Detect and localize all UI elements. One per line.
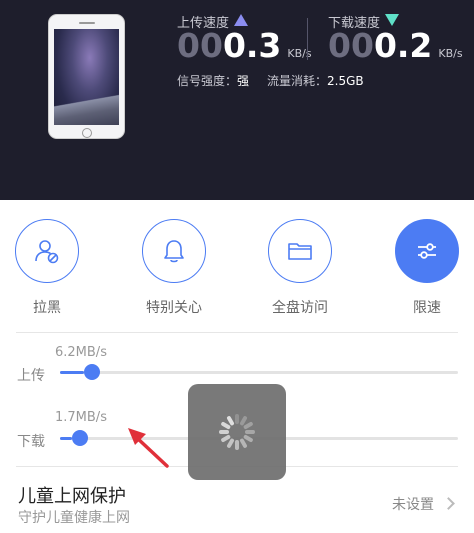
download-limit-handle[interactable] (72, 430, 88, 446)
pointer-arrow-icon (128, 428, 169, 468)
upload-speed-value: 000.3 KB/s (177, 26, 312, 65)
device-header: 上传速度 000.3 KB/s 下载速度 000.2 KB/s 信号强度：强 流量消耗… (0, 0, 474, 200)
sliders-icon (418, 243, 436, 259)
download-speed-value: 000.2 KB/s (328, 26, 463, 65)
kids-protection-subtitle: 守护儿童健康上网 (18, 510, 130, 526)
download-limit-fill (60, 437, 72, 440)
download-limit-label: 下载 (17, 434, 45, 450)
signal-value: 强 (237, 74, 250, 88)
traffic-label: 流量消耗： (267, 74, 328, 88)
chevron-right-icon (442, 497, 455, 510)
download-arrow-icon (385, 14, 399, 26)
block-user-icon (35, 240, 59, 264)
connection-stats: 信号强度：强 流量消耗：2.5GB (177, 72, 382, 89)
iphone-icon (48, 14, 125, 139)
upload-limit-fill (60, 371, 84, 374)
section-divider (16, 332, 458, 333)
upload-arrow-icon (234, 14, 248, 26)
block-label: 拉黑 (33, 300, 61, 316)
spinner-spoke (219, 430, 229, 434)
full-disk-access-label: 全盘访问 (272, 300, 328, 316)
speed-limit-label: 限速 (413, 300, 441, 316)
kids-protection-title: 儿童上网保护 (18, 486, 126, 507)
kids-protection-status: 未设置 (392, 497, 434, 513)
special-care-label: 特别关心 (146, 300, 202, 316)
spinner-spoke (235, 440, 239, 450)
download-limit-rate: 1.7MB/s (55, 410, 107, 425)
special-care-button[interactable] (142, 219, 206, 283)
upload-limit-rate: 6.2MB/s (55, 345, 107, 360)
speed-divider (307, 18, 308, 60)
traffic-value: 2.5GB (327, 74, 364, 88)
speed-limit-button[interactable] (395, 219, 459, 283)
loading-spinner-icon (188, 384, 286, 480)
upload-limit-handle[interactable] (84, 364, 100, 380)
block-button[interactable] (15, 219, 79, 283)
folder-icon (288, 243, 312, 260)
full-disk-access-button[interactable] (268, 219, 332, 283)
spinner-spoke (235, 414, 239, 424)
bell-icon (164, 240, 184, 263)
spinner-spoke (245, 430, 255, 434)
signal-label: 信号强度： (177, 74, 238, 88)
upload-limit-label: 上传 (17, 368, 45, 384)
upload-limit-slider[interactable] (60, 371, 458, 374)
